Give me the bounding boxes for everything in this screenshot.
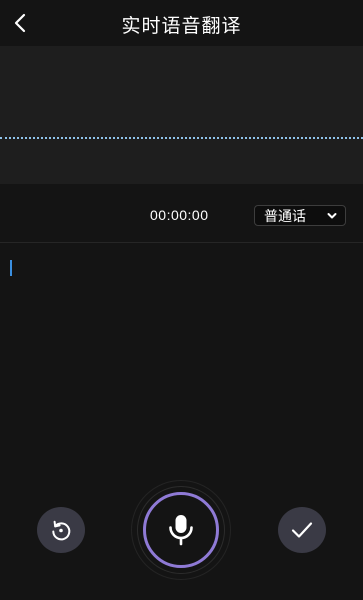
text-cursor <box>10 260 12 276</box>
waveform-panel <box>0 46 363 184</box>
reset-icon <box>52 520 71 541</box>
chevron-down-icon <box>327 213 337 219</box>
header-bar: 实时语音翻译 <box>0 0 363 46</box>
language-select-value: 普通话 <box>264 208 306 225</box>
waveform-line <box>0 137 363 139</box>
language-select[interactable]: 普通话 <box>254 205 346 226</box>
page-title: 实时语音翻译 <box>121 15 242 37</box>
confirm-button[interactable] <box>278 507 326 553</box>
microphone-icon <box>169 515 193 546</box>
microphone-button[interactable] <box>143 492 219 568</box>
recording-timer: 00:00:00 <box>150 207 209 223</box>
transcript-area[interactable] <box>0 243 363 483</box>
translation-screen: 实时语音翻译 00:00:00 普通话 <box>0 0 363 600</box>
checkmark-icon <box>291 522 313 538</box>
recording-status-row: 00:00:00 普通话 <box>0 184 363 243</box>
reset-button[interactable] <box>37 507 85 553</box>
